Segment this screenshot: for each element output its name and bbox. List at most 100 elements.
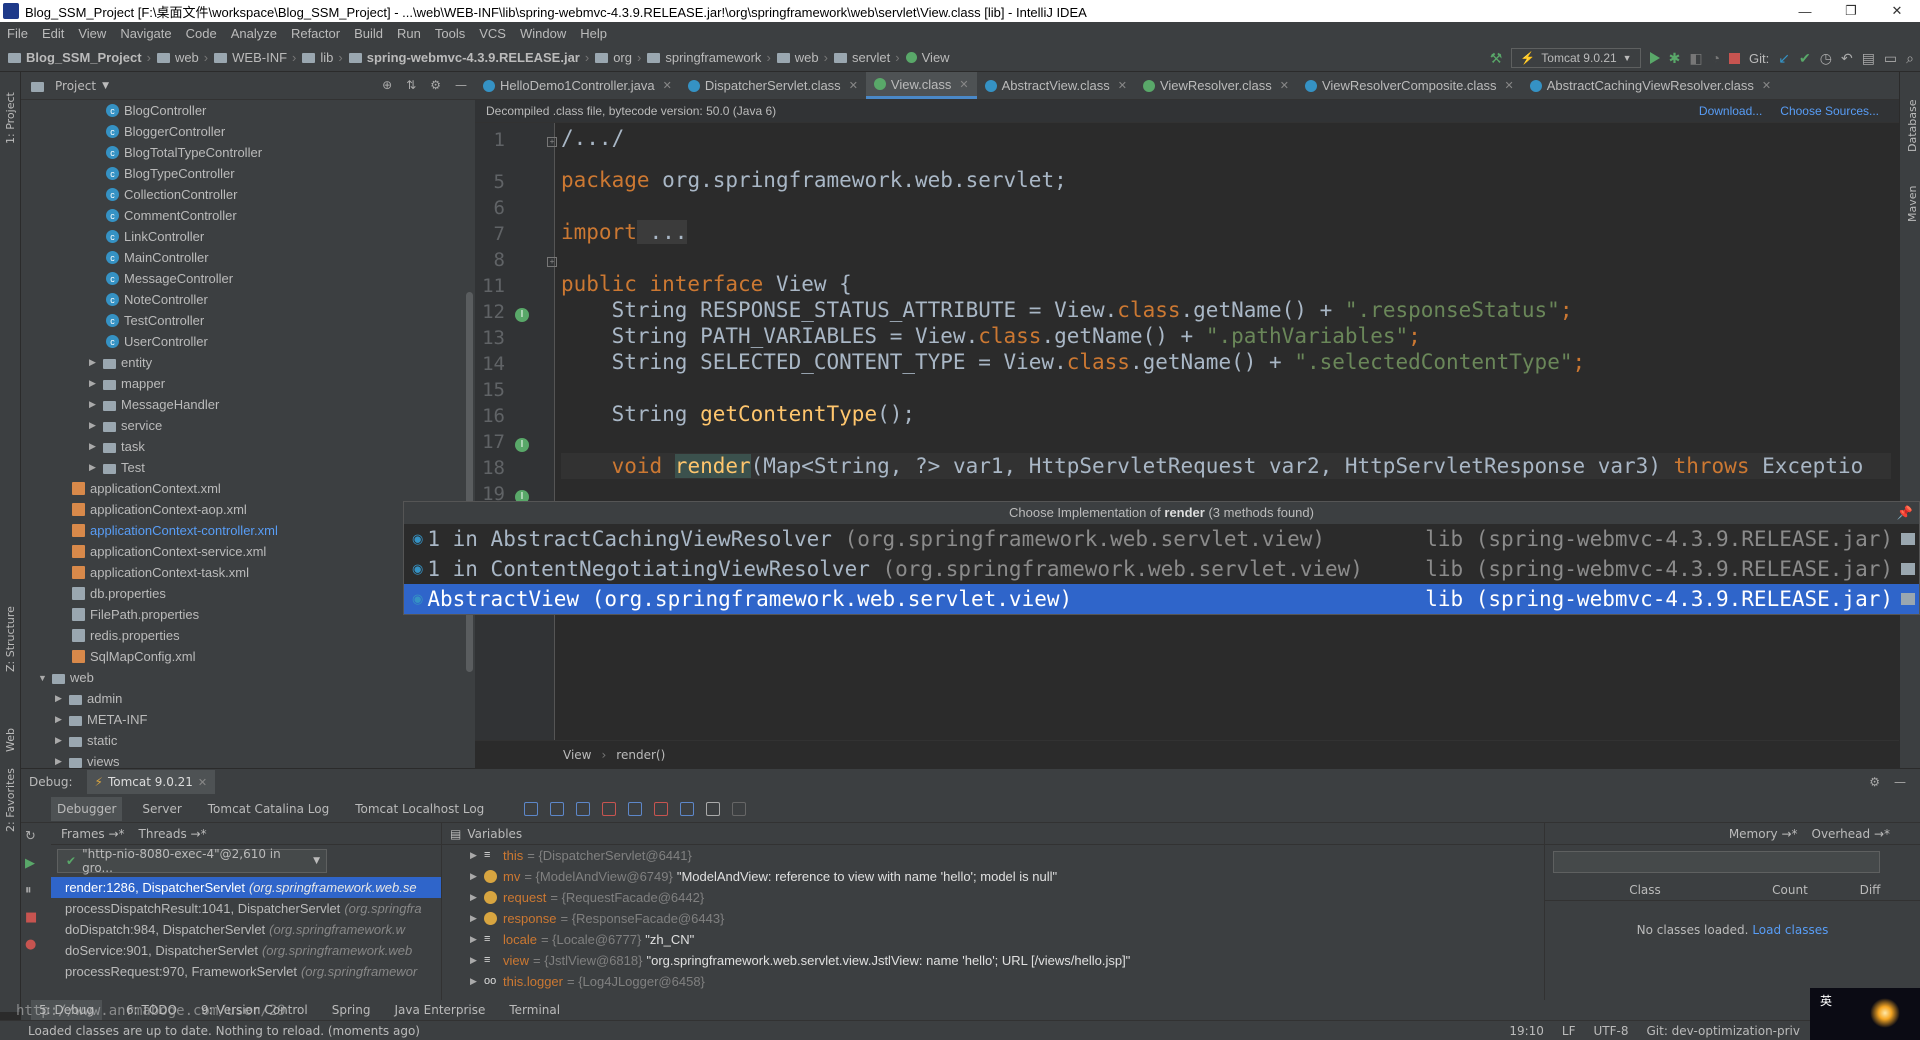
download-link[interactable]: Download... — [1699, 104, 1762, 118]
crumb-org[interactable]: org › — [595, 50, 641, 65]
close-icon[interactable]: ✕ — [198, 776, 207, 789]
maximize-button[interactable]: ❐ — [1828, 0, 1874, 22]
variable-row[interactable]: ▶ oo this.logger = {Log4JLogger@6458} — [442, 971, 1544, 992]
tool-structure[interactable]: Z: Structure — [4, 606, 17, 672]
stack-frame[interactable]: doDispatch:984, DispatcherServlet (org.sp… — [51, 919, 441, 940]
collapse-icon[interactable]: ⇅ — [406, 78, 416, 92]
tree-item[interactable]: ▶ entity — [21, 352, 461, 373]
tree-item[interactable]: applicationContext.xml — [21, 478, 461, 499]
project-panel-title[interactable]: Project — [55, 79, 96, 93]
chevron-down-icon[interactable]: ▼ — [102, 81, 109, 91]
crumb-jar[interactable]: spring-webmvc-4.3.9.RELEASE.jar › — [348, 50, 589, 65]
threads-tab[interactable]: Threads →* — [139, 827, 207, 841]
resume-icon[interactable]: ▶ — [25, 856, 37, 871]
tree-item[interactable]: ▶ views — [21, 751, 461, 768]
tree-item[interactable]: applicationContext-task.xml — [21, 562, 461, 583]
pin-icon[interactable]: 📌 — [1897, 502, 1913, 524]
crumb-lib[interactable]: lib › — [302, 50, 343, 65]
chevron-right-icon[interactable]: ▶ — [470, 850, 484, 861]
menu-navigate[interactable]: Navigate — [113, 26, 178, 41]
implementation-row[interactable]: ◉ 1 in ContentNegotiatingViewResolver (or… — [404, 554, 1919, 584]
presentation-icon[interactable]: ▭ — [1884, 50, 1897, 67]
tree-item[interactable]: c MessageController — [21, 268, 461, 289]
chevron-right-icon[interactable]: ▶ — [55, 756, 69, 767]
chevron-right-icon[interactable]: ▶ — [89, 399, 103, 410]
git-branch[interactable]: Git: dev-optimization-priv — [1646, 1024, 1800, 1038]
code-area[interactable]: 1 5 6 7 8 11 12 13 14 15 16 17 18 19 I I… — [475, 123, 1899, 740]
overhead-tab[interactable]: Overhead →* — [1812, 827, 1891, 841]
tree-item[interactable]: ▶ service — [21, 415, 461, 436]
menu-run[interactable]: Run — [390, 26, 428, 41]
run-to-cursor-icon[interactable] — [680, 801, 695, 816]
tree-item[interactable]: ▶ Test — [21, 457, 461, 478]
close-icon[interactable]: ✕ — [663, 79, 672, 92]
caret-position[interactable]: 19:10 — [1509, 1024, 1544, 1038]
tree-item[interactable]: c BloggerController — [21, 121, 461, 142]
tab-terminal[interactable]: Terminal — [509, 1003, 560, 1017]
variable-row[interactable]: ▶ ≡ this = {DispatcherServlet@6441} — [442, 845, 1544, 866]
tree-item[interactable]: applicationContext-service.xml — [21, 541, 461, 562]
chevron-right-icon[interactable]: ▶ — [89, 378, 103, 389]
stop-icon[interactable]: ■ — [25, 910, 37, 925]
hammer-icon[interactable]: ⚒ — [1490, 50, 1503, 67]
close-button[interactable]: ✕ — [1874, 0, 1920, 22]
drop-frame-icon[interactable] — [654, 801, 669, 816]
implemented-icon[interactable]: I — [515, 308, 529, 322]
chevron-right-icon[interactable]: ▶ — [89, 357, 103, 368]
tree-item[interactable]: redis.properties — [21, 625, 461, 646]
tree-item[interactable]: c CollectionController — [21, 184, 461, 205]
menu-tools[interactable]: Tools — [428, 26, 472, 41]
tree-item[interactable]: c BlogTotalTypeController — [21, 142, 461, 163]
close-icon[interactable]: ✕ — [1762, 79, 1771, 92]
git-history-icon[interactable]: ◷ — [1820, 50, 1832, 67]
debug-session-tab[interactable]: ⚡ Tomcat 9.0.21 ✕ — [86, 770, 216, 794]
tree-item[interactable]: applicationContext-controller.xml — [21, 520, 461, 541]
close-icon[interactable]: ✕ — [1118, 79, 1127, 92]
editor-tab[interactable]: AbstractView.class ✕ — [977, 72, 1135, 99]
chevron-right-icon[interactable]: ▶ — [55, 693, 69, 704]
stop-icon[interactable] — [1729, 52, 1741, 64]
crumb-web-pkg[interactable]: web › — [776, 50, 828, 65]
close-icon[interactable]: ✕ — [1505, 79, 1514, 92]
stack-frame[interactable]: processRequest:970, FrameworkServlet (org… — [51, 961, 441, 982]
crumb-servlet[interactable]: servlet › — [833, 50, 900, 65]
chevron-right-icon[interactable]: ▶ — [470, 913, 484, 924]
crumb-web-inf[interactable]: WEB-INF › — [214, 50, 296, 65]
menu-vcs[interactable]: VCS — [472, 26, 513, 41]
crumb-springframework[interactable]: springframework › — [647, 50, 771, 65]
breakpoints-icon[interactable]: ● — [25, 937, 37, 952]
hide-icon[interactable]: — — [455, 78, 467, 92]
variable-row[interactable]: ▶ ≡ view = {JstlView@6818} "org.springframew… — [442, 950, 1544, 971]
evaluate-icon[interactable] — [706, 801, 721, 816]
tree-item[interactable]: ▶ static — [21, 730, 461, 751]
tree-item[interactable]: ▶ MessageHandler — [21, 394, 461, 415]
menu-refactor[interactable]: Refactor — [284, 26, 347, 41]
menu-code[interactable]: Code — [179, 26, 224, 41]
tool-maven[interactable]: Maven — [1906, 186, 1919, 222]
tree-item[interactable]: applicationContext-aop.xml — [21, 499, 461, 520]
variable-row[interactable]: ▶ request = {RequestFacade@6442} — [442, 887, 1544, 908]
crumb-view[interactable]: View — [905, 50, 950, 65]
gear-icon[interactable]: ⚙ — [430, 78, 441, 92]
stack-frame[interactable]: doService:901, DispatcherServlet (org.spr… — [51, 940, 441, 961]
editor-tab[interactable]: ViewResolverComposite.class ✕ — [1297, 72, 1522, 99]
chevron-right-icon[interactable]: ▶ — [470, 892, 484, 903]
tree-item[interactable]: ▶ admin — [21, 688, 461, 709]
run-icon[interactable] — [1649, 52, 1660, 64]
frames-tab[interactable]: Frames →* — [61, 827, 125, 841]
close-icon[interactable]: ✕ — [959, 78, 968, 91]
step-into-icon[interactable] — [576, 801, 591, 816]
step-out-icon[interactable] — [628, 801, 643, 816]
step-over-icon[interactable] — [550, 801, 565, 816]
file-encoding[interactable]: UTF-8 — [1594, 1024, 1629, 1038]
choose-sources-link[interactable]: Choose Sources... — [1780, 104, 1879, 118]
chevron-right-icon[interactable]: ▶ — [55, 735, 69, 746]
editor-tab[interactable]: ViewResolver.class ✕ — [1135, 72, 1297, 99]
chevron-right-icon[interactable]: ▶ — [89, 462, 103, 473]
editor-tab[interactable]: DispatcherServlet.class ✕ — [680, 72, 866, 99]
menu-help[interactable]: Help — [573, 26, 614, 41]
tree-item[interactable]: c BlogTypeController — [21, 163, 461, 184]
tab-debugger[interactable]: Debugger — [51, 796, 123, 821]
tree-item[interactable]: c TestController — [21, 310, 461, 331]
tab-spring[interactable]: Spring — [332, 1003, 371, 1017]
